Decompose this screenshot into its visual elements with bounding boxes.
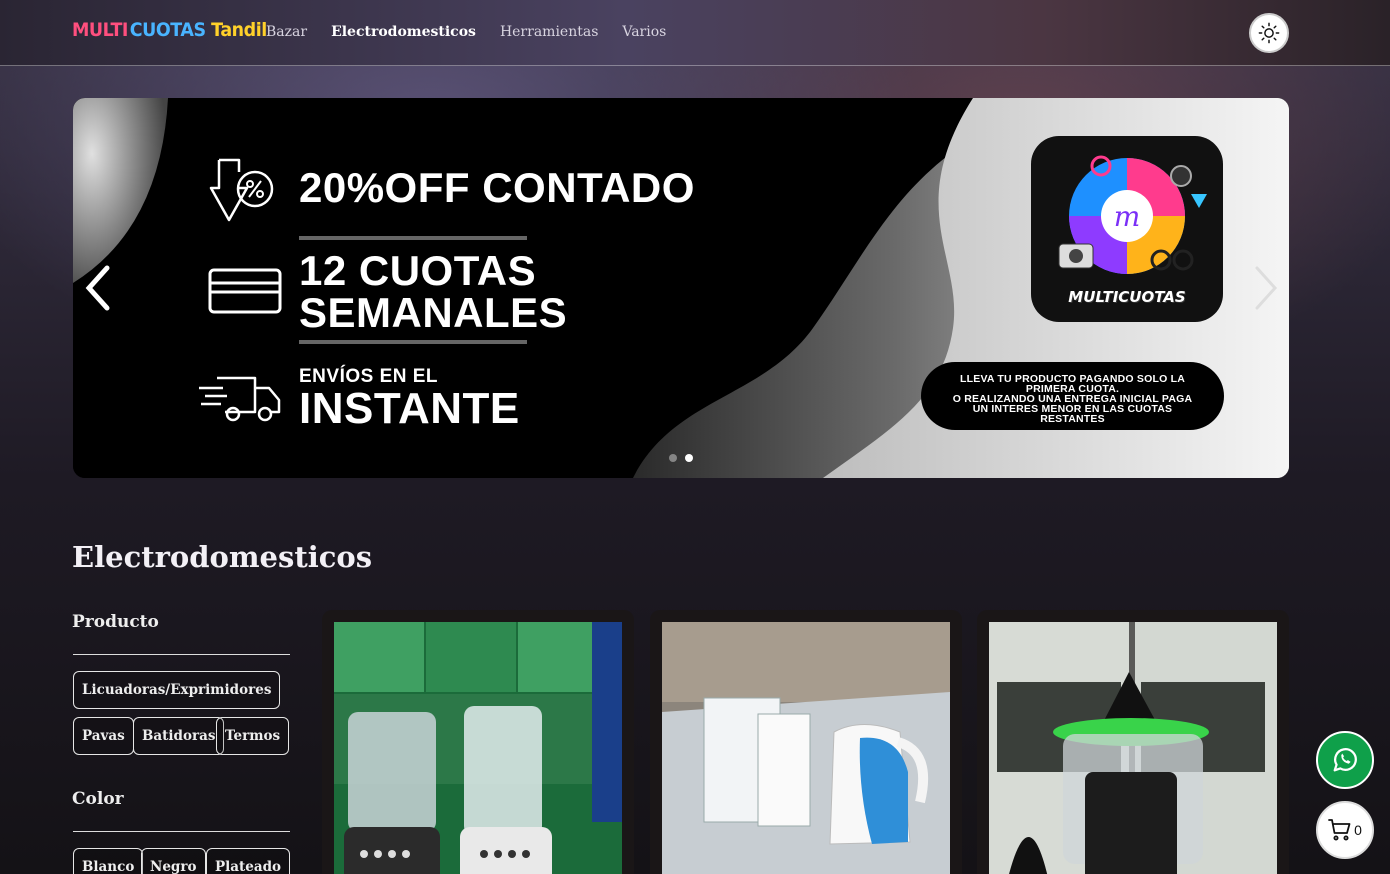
discount-arrow-icon [209, 158, 274, 222]
promo-line-instante: INSTANTE [299, 384, 520, 433]
filter-chip-blanco[interactable]: Blanco [73, 848, 144, 874]
filter-divider [73, 654, 290, 655]
divider [299, 236, 527, 240]
nav-item-varios[interactable]: Varios [622, 24, 666, 40]
main-nav: Bazar Electrodomesticos Herramientas Var… [266, 24, 666, 40]
logo-part-multi: MULTI [72, 19, 128, 41]
delivery-truck-icon [199, 376, 281, 422]
chevron-right-icon [1255, 266, 1278, 310]
site-header: MULTICUOTAS Tandil Bazar Electrodomestico… [0, 0, 1390, 66]
promo-line-discount: 20%OFF CONTADO [299, 164, 695, 211]
badge-label: MULTICUOTAS [1068, 288, 1186, 306]
filter-chip-termos[interactable]: Termos [216, 717, 290, 755]
theme-toggle-button[interactable] [1249, 13, 1289, 53]
filter-heading-color: Color [72, 789, 124, 809]
promo-conditions-pill: LLEVA TU PRODUCTO PAGANDO SOLO LA PRIMER… [921, 362, 1224, 430]
credit-card-icon [208, 268, 282, 314]
filter-heading-producto: Producto [72, 612, 159, 632]
juicer-photo [989, 622, 1277, 874]
filter-chip-plateado[interactable]: Plateado [206, 848, 291, 874]
filter-chip-batidoras[interactable]: Batidoras [133, 717, 225, 755]
nav-item-bazar[interactable]: Bazar [266, 24, 307, 40]
promo-line-cuotas-1: 12 CUOTAS [299, 247, 537, 294]
nav-item-electrodomesticos[interactable]: Electrodomesticos [331, 24, 476, 40]
blenders-photo [334, 622, 622, 874]
svg-text:m: m [1114, 200, 1141, 233]
product-card[interactable] [650, 610, 962, 874]
carousel-dot-2[interactable] [685, 454, 693, 462]
pill-line: RESTANTES [1040, 413, 1105, 425]
carousel-next-button[interactable] [1245, 258, 1285, 318]
category-title: Electrodomesticos [72, 540, 373, 574]
product-card[interactable] [977, 610, 1289, 874]
whatsapp-button[interactable] [1316, 731, 1374, 789]
site-logo[interactable]: MULTICUOTAS Tandil [72, 19, 267, 41]
carousel-prev-button[interactable] [79, 258, 119, 318]
carousel-dot-1[interactable] [669, 454, 677, 462]
cart-count-badge: 0 [1354, 822, 1362, 838]
product-card[interactable] [322, 610, 634, 874]
multicuotas-badge: m MULTICUOTAS [1031, 136, 1223, 322]
logo-part-cuotas: CUOTAS [129, 19, 206, 41]
cart-button[interactable]: 0 [1316, 801, 1374, 859]
divider [299, 340, 527, 344]
filter-chip-negro[interactable]: Negro [141, 848, 206, 874]
cart-icon [1328, 819, 1351, 841]
logo-part-tandil: Tandil [211, 19, 267, 41]
whatsapp-icon [1333, 748, 1357, 772]
promo-line-cuotas: 12 CUOTAS SEMANALES [299, 250, 567, 334]
filter-divider [73, 831, 290, 832]
promo-carousel: 20%OFF CONTADO 12 CUOTAS SEMANALES ENVÍO… [73, 98, 1289, 478]
filter-chip-pavas[interactable]: Pavas [73, 717, 134, 755]
carousel-indicators [669, 454, 693, 462]
chevron-left-icon [85, 265, 110, 311]
promo-line-cuotas-2: SEMANALES [299, 289, 568, 336]
sun-icon [1258, 22, 1280, 44]
electric-kettle-photo [662, 622, 950, 874]
filter-chip-licuadoras[interactable]: Licuadoras/Exprimidores [73, 671, 281, 709]
nav-item-herramientas[interactable]: Herramientas [500, 24, 598, 40]
